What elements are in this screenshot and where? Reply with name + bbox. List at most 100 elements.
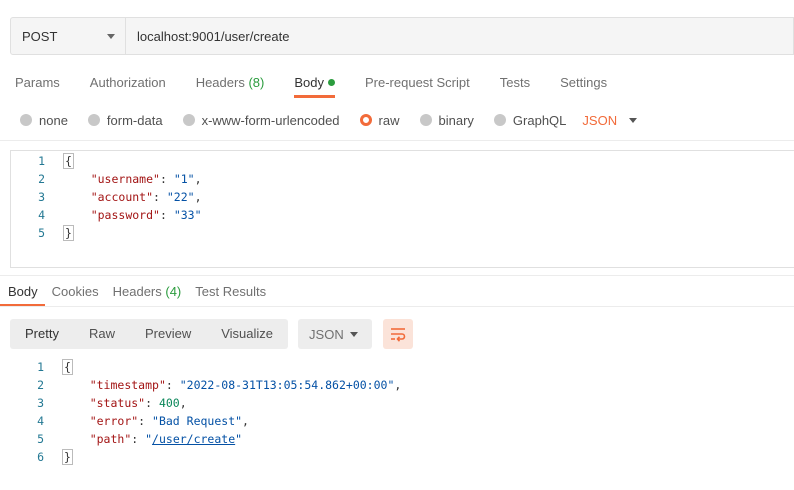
response-tab-headers[interactable]: Headers (4) xyxy=(106,281,189,307)
json-value: "22" xyxy=(166,190,195,204)
json-key: "username" xyxy=(90,172,160,186)
line-number: 1 xyxy=(38,154,45,168)
line-number: 3 xyxy=(37,396,44,410)
line-number: 2 xyxy=(38,172,45,186)
code-line: 2 "username": "1", xyxy=(11,170,794,188)
open-brace: { xyxy=(63,153,74,169)
language-label: JSON xyxy=(582,112,618,128)
headers-count: (8) xyxy=(248,75,265,90)
line-number: 4 xyxy=(38,208,45,222)
body-type-form-data[interactable]: form-data xyxy=(87,112,163,128)
code-line: 3 "status": 400, xyxy=(10,394,794,412)
language-select[interactable]: JSON xyxy=(582,112,638,128)
tab-label: Pre-request Script xyxy=(364,75,470,90)
json-punct: , xyxy=(194,172,202,186)
radio-label: raw xyxy=(378,112,400,128)
radio-label: none xyxy=(39,112,68,128)
json-value: "1" xyxy=(173,172,195,186)
close-brace: } xyxy=(62,449,73,465)
line-number: 5 xyxy=(38,226,45,240)
body-type-none[interactable]: none xyxy=(20,113,68,128)
body-type-raw[interactable]: raw xyxy=(359,112,400,128)
view-raw-button[interactable]: Raw xyxy=(74,319,130,349)
tab-settings[interactable]: Settings xyxy=(545,68,622,98)
method-select[interactable]: POST xyxy=(11,18,126,54)
body-indicator-dot-icon xyxy=(327,79,335,86)
json-key: "error" xyxy=(89,414,139,428)
code-line: 1{ xyxy=(11,152,794,170)
open-brace: { xyxy=(62,359,73,375)
json-key: "status" xyxy=(89,396,146,410)
body-type-graphql[interactable]: GraphQL xyxy=(493,112,567,128)
tab-pre-request-script[interactable]: Pre-request Script xyxy=(350,68,485,98)
url-input[interactable] xyxy=(126,18,793,54)
json-punct: , xyxy=(194,190,202,204)
wrap-lines-icon xyxy=(391,328,406,342)
tab-label: Body xyxy=(8,284,38,299)
line-number: 3 xyxy=(38,190,45,204)
tab-params[interactable]: Params xyxy=(0,68,75,98)
tab-body[interactable]: Body xyxy=(279,68,350,98)
line-number: 4 xyxy=(37,414,44,428)
headers-count: (4) xyxy=(165,284,182,299)
radio-selected-icon xyxy=(359,114,372,126)
body-type-urlencoded[interactable]: x-www-form-urlencoded xyxy=(182,112,340,128)
request-tabs: Params Authorization Headers (8) Body Pr… xyxy=(0,68,622,98)
line-number: 1 xyxy=(37,360,44,374)
tab-tests[interactable]: Tests xyxy=(485,68,545,98)
view-pretty-button[interactable]: Pretty xyxy=(10,319,74,349)
format-label: JSON xyxy=(309,326,344,342)
tab-label: Headers xyxy=(195,75,245,90)
line-number: 6 xyxy=(37,450,44,464)
url-bar: POST xyxy=(10,17,794,55)
line-number: 5 xyxy=(37,432,44,446)
code-line: 4 "error": "Bad Request", xyxy=(10,412,794,430)
radio-icon xyxy=(419,114,432,126)
code-line: 6} xyxy=(10,448,794,466)
code-line: 1{ xyxy=(10,358,794,376)
json-value: "33" xyxy=(173,208,202,222)
tab-authorization[interactable]: Authorization xyxy=(75,68,181,98)
radio-label: x-www-form-urlencoded xyxy=(201,112,340,128)
tab-label: Cookies xyxy=(51,284,99,299)
tab-label: Params xyxy=(15,75,60,90)
divider xyxy=(0,140,794,141)
radio-label: binary xyxy=(438,112,474,128)
tab-label: Settings xyxy=(560,75,608,90)
response-format-select[interactable]: JSON xyxy=(298,319,373,349)
response-tab-body[interactable]: Body xyxy=(0,281,45,307)
code-line: 3 "account": "22", xyxy=(11,188,794,206)
wrap-lines-button[interactable] xyxy=(383,319,414,349)
chevron-down-icon xyxy=(629,117,638,123)
view-mode-group: Pretty Raw Preview Visualize xyxy=(10,319,289,349)
view-visualize-button[interactable]: Visualize xyxy=(206,319,288,349)
request-body-editor[interactable]: 1{ 2 "username": "1", 3 "account": "22",… xyxy=(10,150,794,268)
body-type-binary[interactable]: binary xyxy=(419,112,474,128)
divider xyxy=(0,306,794,307)
tab-label: Tests xyxy=(499,75,531,90)
json-value: "2022-08-31T13:05:54.862+00:00" xyxy=(179,378,395,392)
response-tab-cookies[interactable]: Cookies xyxy=(45,281,106,307)
tab-label: Authorization xyxy=(89,75,166,90)
response-toolbar: Pretty Raw Preview Visualize JSON xyxy=(10,319,414,349)
json-key: "password" xyxy=(90,208,160,222)
chevron-down-icon xyxy=(350,331,359,337)
tab-label: Test Results xyxy=(195,284,267,299)
radio-icon xyxy=(87,114,100,126)
radio-label: GraphQL xyxy=(512,112,567,128)
view-preview-button[interactable]: Preview xyxy=(130,319,206,349)
code-line: 5} xyxy=(11,224,794,242)
json-key: "path" xyxy=(89,432,132,446)
code-line: 2 "timestamp": "2022-08-31T13:05:54.862+… xyxy=(10,376,794,394)
path-link[interactable]: /user/create xyxy=(152,432,235,446)
json-value: 400 xyxy=(158,396,180,410)
code-line: 5 "path": "/user/create" xyxy=(10,430,794,448)
response-tab-test-results[interactable]: Test Results xyxy=(188,281,273,307)
divider xyxy=(0,275,794,276)
radio-label: form-data xyxy=(106,112,163,128)
tab-label: Body xyxy=(294,75,324,90)
json-key: "timestamp" xyxy=(89,378,166,392)
tab-headers[interactable]: Headers (8) xyxy=(181,68,280,98)
radio-icon xyxy=(20,114,32,126)
close-brace: } xyxy=(63,225,74,241)
